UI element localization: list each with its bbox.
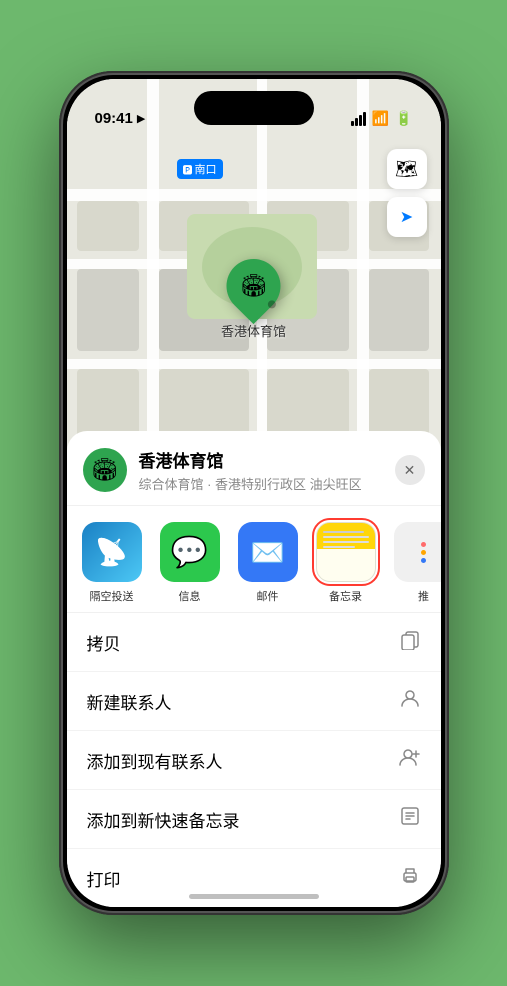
notes-icon (316, 522, 376, 582)
quick-note-label: 添加到新快速备忘录 (87, 807, 240, 832)
map-type-button[interactable]: 🗺 (387, 149, 427, 189)
bottom-sheet: 🏟 香港体育馆 综合体育馆 · 香港特别行政区 油尖旺区 ✕ 📡 隔空投送 (67, 431, 441, 907)
notes-label: 备忘录 (329, 588, 362, 604)
more-icon (394, 522, 441, 582)
phone-frame: 09:41 ▶ 📶 🔋 (59, 71, 449, 915)
location-card-icon: 🏟 (83, 448, 127, 492)
airdrop-label: 隔空投送 (90, 588, 134, 604)
location-icon: ▶ (137, 112, 145, 125)
share-item-mail[interactable]: ✉️ 邮件 (233, 522, 303, 604)
dynamic-island (194, 91, 314, 125)
new-contact-label: 新建联系人 (87, 689, 172, 714)
more-label: 推 (418, 588, 429, 604)
map-type-icon: 🗺 (395, 159, 418, 180)
notes-container (316, 522, 376, 582)
print-icon (399, 864, 421, 892)
close-button[interactable]: ✕ (395, 455, 425, 485)
share-item-notes[interactable]: 备忘录 (311, 522, 381, 604)
person-icon (399, 687, 421, 715)
mail-icon: ✉️ (238, 522, 298, 582)
location-card: 🏟 香港体育馆 综合体育馆 · 香港特别行政区 油尖旺区 ✕ (67, 431, 441, 506)
airdrop-icon: 📡 (82, 522, 142, 582)
stadium-small-icon: 🏟 (91, 457, 119, 483)
location-name: 香港体育馆 (139, 447, 395, 472)
location-description: 综合体育馆 · 香港特别行政区 油尖旺区 (139, 474, 395, 493)
map-north-gate-label: 🅿 南口 (177, 159, 223, 179)
share-row: 📡 隔空投送 💬 信息 ✉️ 邮件 (67, 506, 441, 613)
add-existing-label: 添加到现有联系人 (87, 748, 223, 773)
share-item-messages[interactable]: 💬 信息 (155, 522, 225, 604)
battery-icon: 🔋 (395, 110, 412, 127)
status-time: 09:41 (95, 110, 133, 127)
action-quick-note[interactable]: 添加到新快速备忘录 (67, 790, 441, 849)
print-label: 打印 (87, 866, 121, 891)
stadium-marker: 🏟 香港体育馆 (221, 259, 286, 340)
copy-label: 拷贝 (87, 630, 121, 655)
messages-label: 信息 (179, 588, 201, 604)
close-icon: ✕ (404, 462, 416, 479)
copy-icon (399, 628, 421, 656)
action-list: 拷贝 新建联系人 (67, 613, 441, 907)
location-info: 香港体育馆 综合体育馆 · 香港特别行政区 油尖旺区 (139, 447, 395, 493)
marker-pin: 🏟 (215, 248, 291, 324)
status-icons: 📶 🔋 (351, 110, 413, 127)
home-indicator (189, 894, 319, 899)
wifi-icon: 📶 (372, 110, 389, 127)
note-icon (399, 805, 421, 833)
messages-icon: 💬 (160, 522, 220, 582)
action-new-contact[interactable]: 新建联系人 (67, 672, 441, 731)
share-item-more[interactable]: 推 (389, 522, 441, 604)
action-add-existing-contact[interactable]: 添加到现有联系人 (67, 731, 441, 790)
more-dots (421, 542, 426, 563)
stadium-icon: 🏟 (240, 273, 268, 299)
person-add-icon (399, 746, 421, 774)
signal-bars (351, 112, 366, 126)
map-controls[interactable]: 🗺 ➤ (387, 149, 427, 245)
phone-screen: 09:41 ▶ 📶 🔋 (67, 79, 441, 907)
location-button[interactable]: ➤ (387, 197, 427, 237)
action-copy[interactable]: 拷贝 (67, 613, 441, 672)
mail-label: 邮件 (257, 588, 279, 604)
location-arrow-icon: ➤ (400, 207, 413, 227)
share-item-airdrop[interactable]: 📡 隔空投送 (77, 522, 147, 604)
